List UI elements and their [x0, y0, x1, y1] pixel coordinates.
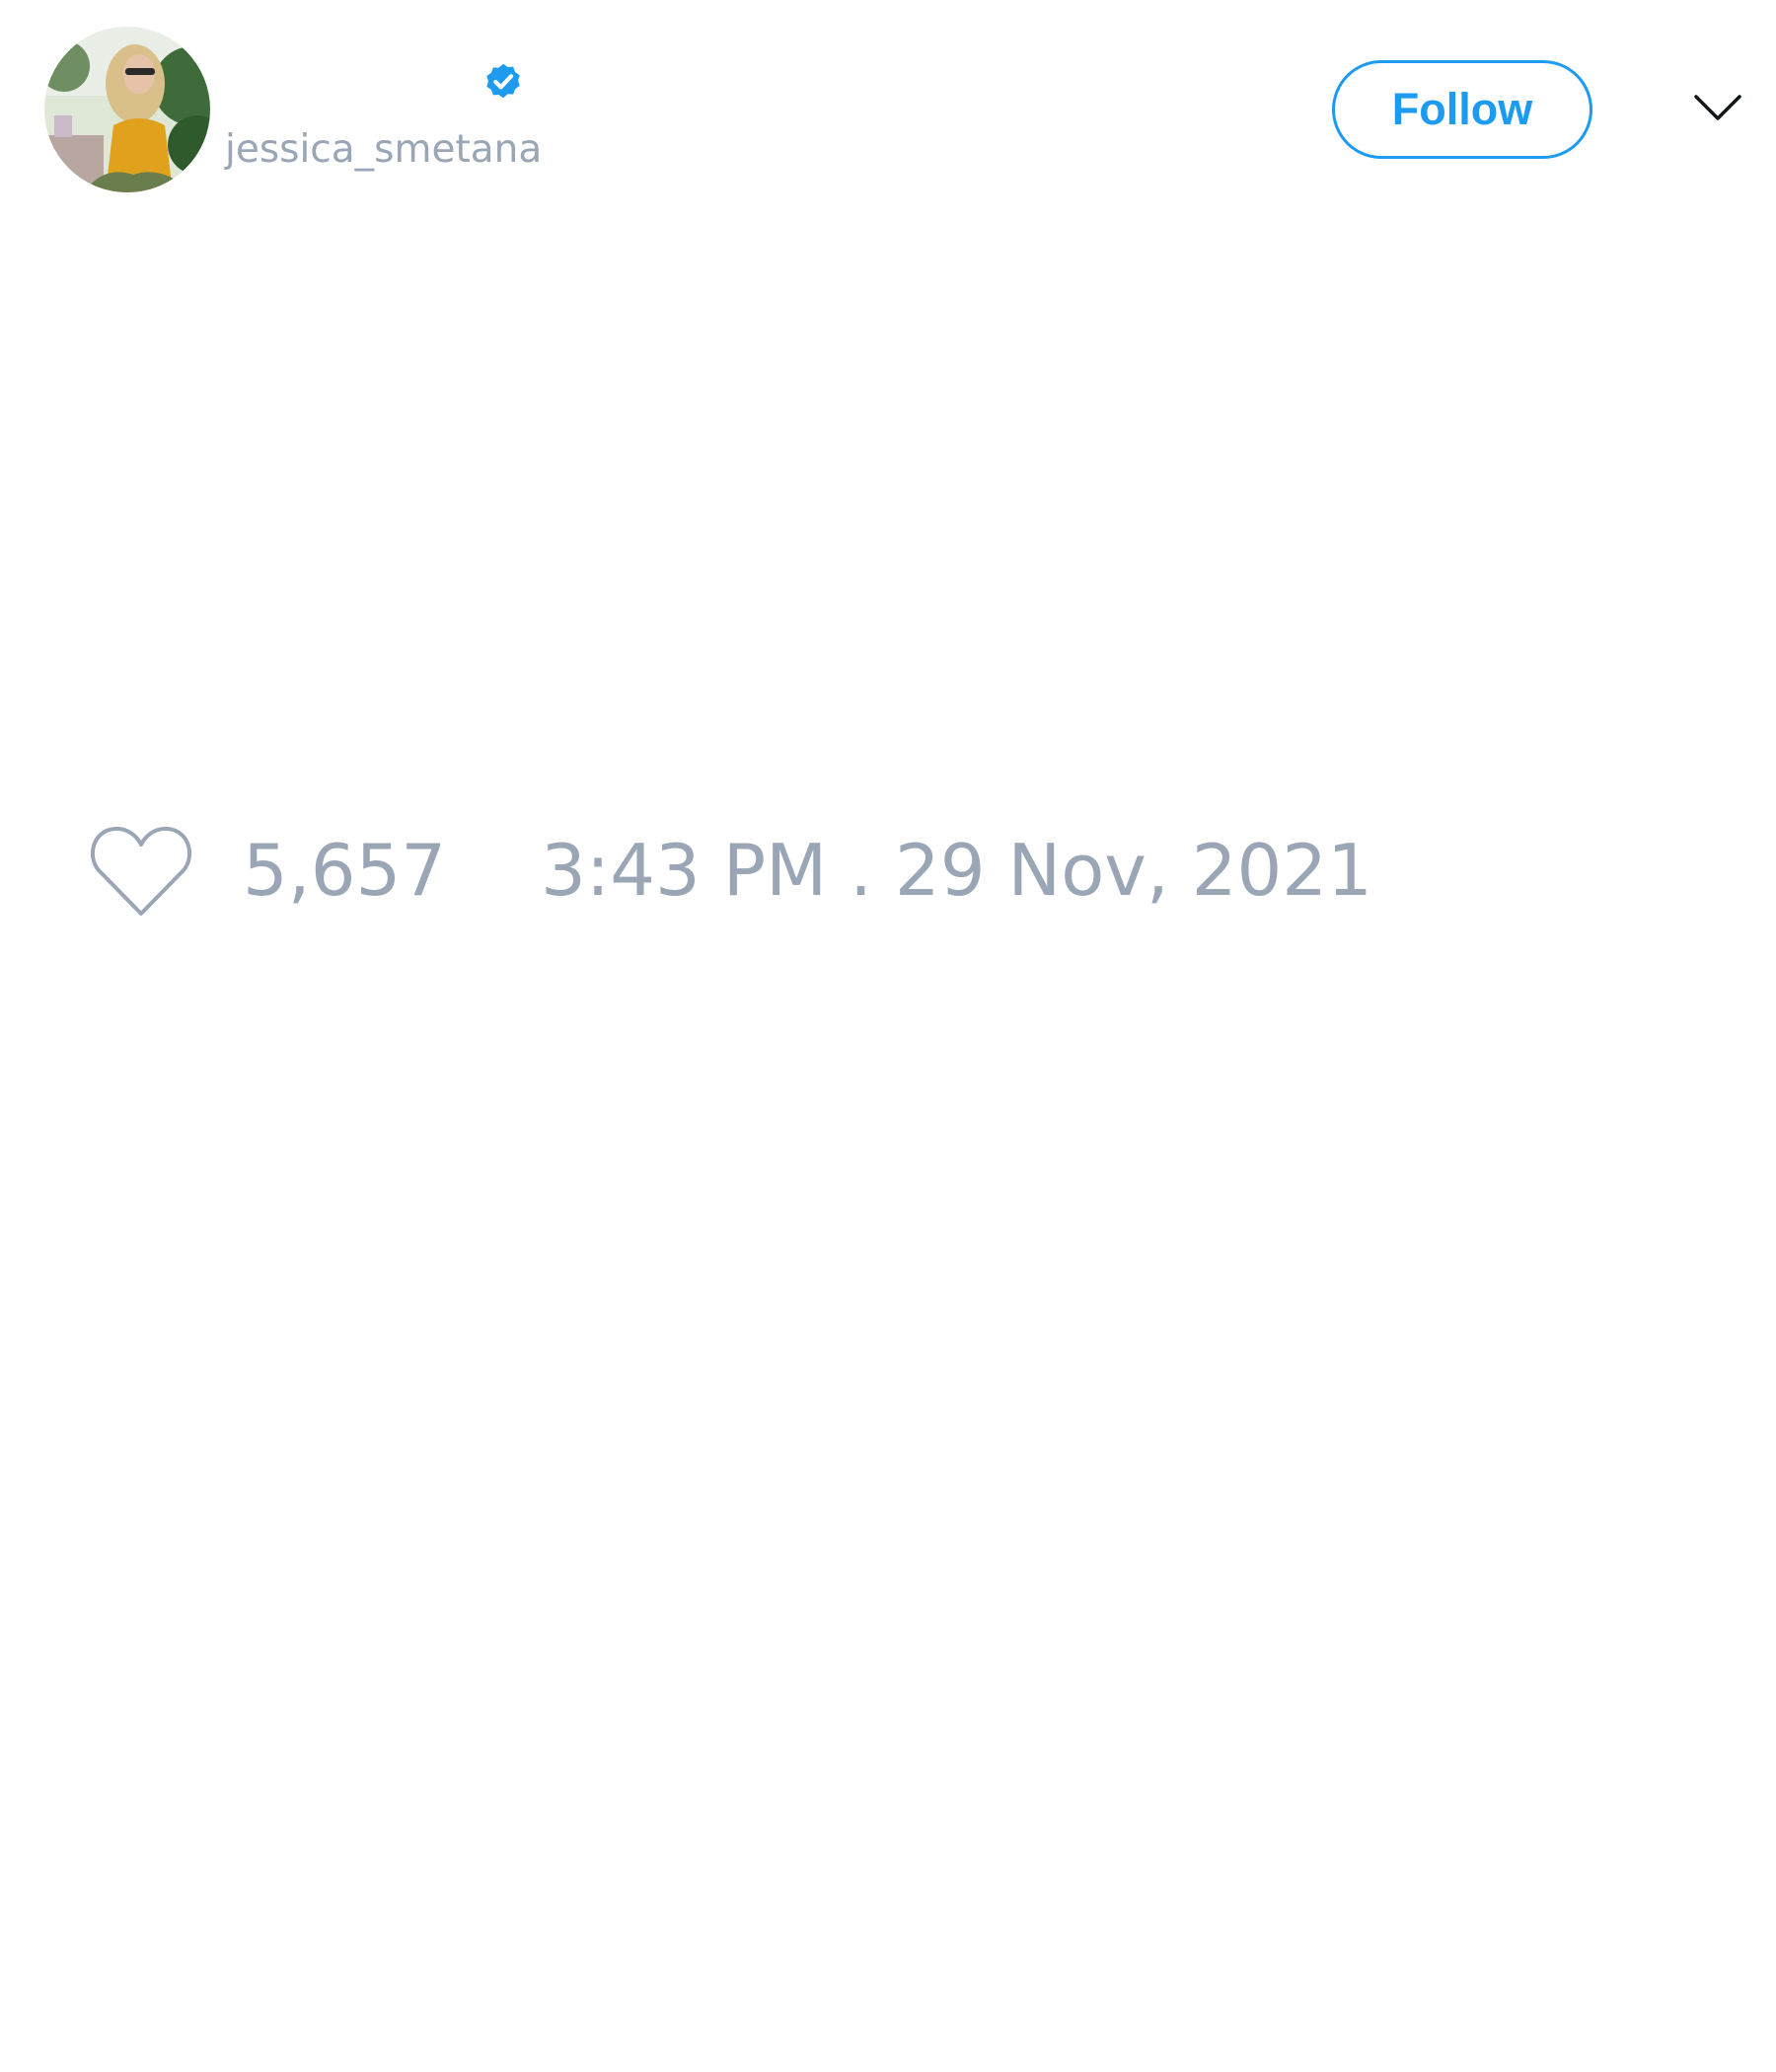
- heart-outline-icon[interactable]: [89, 823, 193, 918]
- avatar-photo-icon: [44, 27, 210, 192]
- chevron-down-icon[interactable]: [1693, 91, 1742, 126]
- tweet-footer: 5,657 3:43 PM . 29 Nov, 2021: [89, 821, 1372, 920]
- user-handle[interactable]: jessica_smetana: [225, 126, 542, 174]
- tweet-card: jessica_smetana Follow 5,657 3:43 PM . 2…: [0, 0, 1776, 2072]
- verified-badge-icon: [486, 63, 520, 99]
- timestamp[interactable]: 3:43 PM . 29 Nov, 2021: [541, 821, 1372, 920]
- avatar[interactable]: [44, 27, 210, 192]
- follow-button[interactable]: Follow: [1332, 60, 1592, 159]
- tweet-text: [44, 227, 1732, 779]
- like-count: 5,657: [243, 829, 447, 912]
